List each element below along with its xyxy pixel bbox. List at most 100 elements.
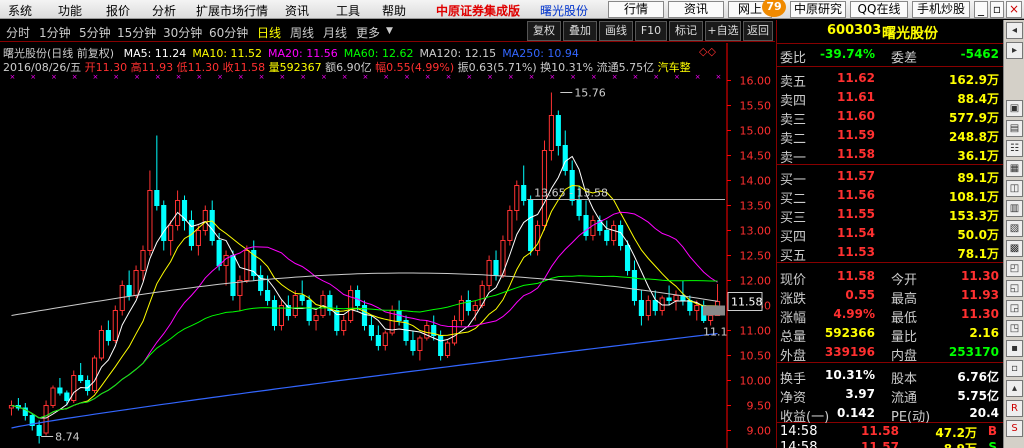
mark-button[interactable]: 标记 bbox=[669, 21, 703, 41]
period-tab[interactable]: 30分钟 bbox=[163, 24, 202, 41]
overlay-button[interactable]: 叠加 bbox=[563, 21, 597, 41]
rsi-icon[interactable]: R bbox=[1006, 400, 1023, 417]
quote-title: 600303 曙光股份 bbox=[777, 20, 1003, 44]
adjust-button[interactable]: 复权 bbox=[527, 21, 561, 41]
tool-icon[interactable]: ▫ bbox=[1006, 360, 1023, 377]
level-price: 11.60 bbox=[837, 109, 875, 123]
bar-high: 高11.93 bbox=[130, 61, 174, 74]
candle-body bbox=[168, 225, 174, 241]
tool-icon[interactable]: ◲ bbox=[1006, 300, 1023, 317]
tool-icon[interactable]: ▥ bbox=[1006, 200, 1023, 217]
weibi-label: 委比 bbox=[780, 51, 807, 66]
period-tab[interactable]: 5分钟 bbox=[79, 24, 111, 41]
period-tab[interactable]: 周线 bbox=[290, 24, 314, 41]
tool-icon[interactable]: ▧ bbox=[1006, 220, 1023, 237]
tool-icon[interactable]: ▴ bbox=[1006, 380, 1023, 397]
period-tab[interactable]: 月线 bbox=[323, 24, 347, 41]
fundamentals-row: 收益(一) 0.142 PE(动) 20.4 bbox=[777, 404, 1003, 425]
side-toolbar: ◂ ▸ ▣ ▤ ☷ ▦ ◫ ▥ ▧ ▩ ◰ ◱ ◲ ◳ ▪ ▫ ▴ R S bbox=[1003, 20, 1024, 448]
bar-sector[interactable]: 汽车整 bbox=[658, 61, 691, 74]
period-tab[interactable]: 分时 bbox=[6, 24, 30, 41]
notification-badge[interactable]: 79 bbox=[762, 0, 786, 17]
panel-toggle-icon[interactable]: ◂ bbox=[1006, 22, 1023, 39]
candle-body bbox=[71, 375, 77, 401]
quote-button[interactable]: 行情 bbox=[608, 1, 664, 18]
stat-label: 内盘 bbox=[891, 349, 918, 364]
expand-icon[interactable]: ▸ bbox=[1006, 42, 1023, 59]
candle-body bbox=[85, 380, 91, 391]
menu-help[interactable]: 帮助 bbox=[382, 2, 406, 19]
research-button[interactable]: 中原研究 bbox=[790, 1, 846, 18]
candle-body bbox=[417, 337, 423, 351]
bar-low: 低11.30 bbox=[176, 61, 220, 74]
menu-function[interactable]: 功能 bbox=[58, 2, 82, 19]
order-book-row[interactable]: 买四 11.54 50.0万 bbox=[777, 224, 1003, 245]
order-book-row[interactable]: 买五 11.53 78.1万 bbox=[777, 243, 1003, 264]
stats-row: 现价 11.58 今开 11.30 bbox=[777, 267, 1003, 288]
period-more[interactable]: 更多 bbox=[356, 24, 380, 41]
stat-value: 10.31% bbox=[825, 368, 875, 382]
menu-quote[interactable]: 报价 bbox=[106, 2, 130, 19]
tick-volume: 47.2万 bbox=[935, 426, 977, 440]
candle-body bbox=[638, 300, 644, 316]
period-tab[interactable]: 15分钟 bbox=[117, 24, 156, 41]
current-stock-name: 曙光股份 bbox=[540, 4, 589, 18]
bar-change: 幅0.55(4.99%) bbox=[375, 61, 455, 74]
candle-body bbox=[133, 270, 139, 296]
order-book-row[interactable]: 买三 11.55 153.3万 bbox=[777, 205, 1003, 226]
kline-chart[interactable]: 16.00 15.50 15.00 14.50 14.00 13.50 13.00 12.50… bbox=[0, 43, 775, 448]
candle-body bbox=[444, 342, 451, 356]
add-watchlist-button[interactable]: +自选 bbox=[705, 21, 741, 41]
order-book-row[interactable]: 卖三 11.60 577.9万 bbox=[777, 107, 1003, 128]
candle-body bbox=[438, 335, 444, 356]
y-tick-label: 9.00 bbox=[747, 425, 772, 438]
order-book-row[interactable]: 买二 11.56 108.1万 bbox=[777, 186, 1003, 207]
level-volume: 248.8万 bbox=[949, 130, 999, 144]
tool-icon[interactable]: ▦ bbox=[1006, 160, 1023, 177]
menu-system[interactable]: 系统 bbox=[8, 2, 32, 19]
order-book-row[interactable]: 买一 11.57 89.1万 bbox=[777, 167, 1003, 188]
menu-tools[interactable]: 工具 bbox=[336, 2, 360, 19]
level-volume: 88.4万 bbox=[957, 92, 999, 106]
tick-volume: 8.9万 bbox=[944, 440, 977, 448]
tool-icon[interactable]: ☷ bbox=[1006, 140, 1023, 157]
menu-extended-market[interactable]: 扩展市场行情 bbox=[196, 2, 268, 19]
back-button[interactable]: 返回 bbox=[743, 21, 773, 41]
order-book-row[interactable]: 卖一 11.58 36.1万 bbox=[777, 145, 1003, 166]
stats-row: 总量 592366 量比 2.16 bbox=[777, 324, 1003, 345]
order-book-row[interactable]: 卖五 11.62 162.9万 bbox=[777, 69, 1003, 90]
f10-button[interactable]: F10 bbox=[635, 21, 667, 41]
menu-bar: 系统 功能 报价 分析 扩展市场行情 资讯 工具 帮助 中原证券集成版 曙光股份… bbox=[0, 0, 1024, 19]
mobile-trade-button[interactable]: 手机炒股 bbox=[912, 1, 970, 18]
period-tab[interactable]: 60分钟 bbox=[209, 24, 248, 41]
order-book-row[interactable]: 卖二 11.59 248.8万 bbox=[777, 126, 1003, 147]
tool-icon[interactable]: ◫ bbox=[1006, 180, 1023, 197]
order-book-row[interactable]: 卖四 11.61 88.4万 bbox=[777, 88, 1003, 109]
qq-online-button[interactable]: QQ在线 bbox=[850, 1, 908, 18]
more-dropdown-icon[interactable]: ▼ bbox=[386, 26, 393, 36]
stat-label: 收益(一) bbox=[780, 410, 830, 425]
period-tab[interactable]: 1分钟 bbox=[39, 24, 71, 41]
tool-icon[interactable]: ▤ bbox=[1006, 120, 1023, 137]
candle-body bbox=[708, 315, 714, 321]
tool-icon[interactable]: ◱ bbox=[1006, 280, 1023, 297]
level-label: 卖一 bbox=[780, 151, 807, 166]
tool-icon[interactable]: ◳ bbox=[1006, 320, 1023, 337]
tool-icon[interactable]: ▣ bbox=[1006, 100, 1023, 117]
bid-book: 买一 11.57 89.1万 买二 11.56 108.1万 买三 11.55 153.3万 买四… bbox=[777, 167, 1003, 264]
close-icon[interactable]: × bbox=[1006, 1, 1022, 18]
tool-icon[interactable]: ▩ bbox=[1006, 240, 1023, 257]
s-icon[interactable]: S bbox=[1006, 420, 1023, 437]
minimize-icon[interactable]: _ bbox=[974, 1, 988, 18]
period-tab-active[interactable]: 日线 bbox=[257, 24, 281, 41]
news-button[interactable]: 资讯 bbox=[668, 1, 724, 18]
restore-icon[interactable]: ▫ bbox=[990, 1, 1004, 18]
menu-analysis[interactable]: 分析 bbox=[152, 2, 176, 19]
candle-body bbox=[382, 332, 388, 346]
kline-chart-area[interactable]: 16.00 15.50 15.00 14.50 14.00 13.50 13.00 12.50… bbox=[0, 43, 775, 448]
draw-button[interactable]: 画线 bbox=[599, 21, 633, 41]
tool-icon[interactable]: ▪ bbox=[1006, 340, 1023, 357]
menu-news[interactable]: 资讯 bbox=[285, 2, 309, 19]
y-tick-label: 10.50 bbox=[740, 350, 772, 363]
tool-icon[interactable]: ◰ bbox=[1006, 260, 1023, 277]
